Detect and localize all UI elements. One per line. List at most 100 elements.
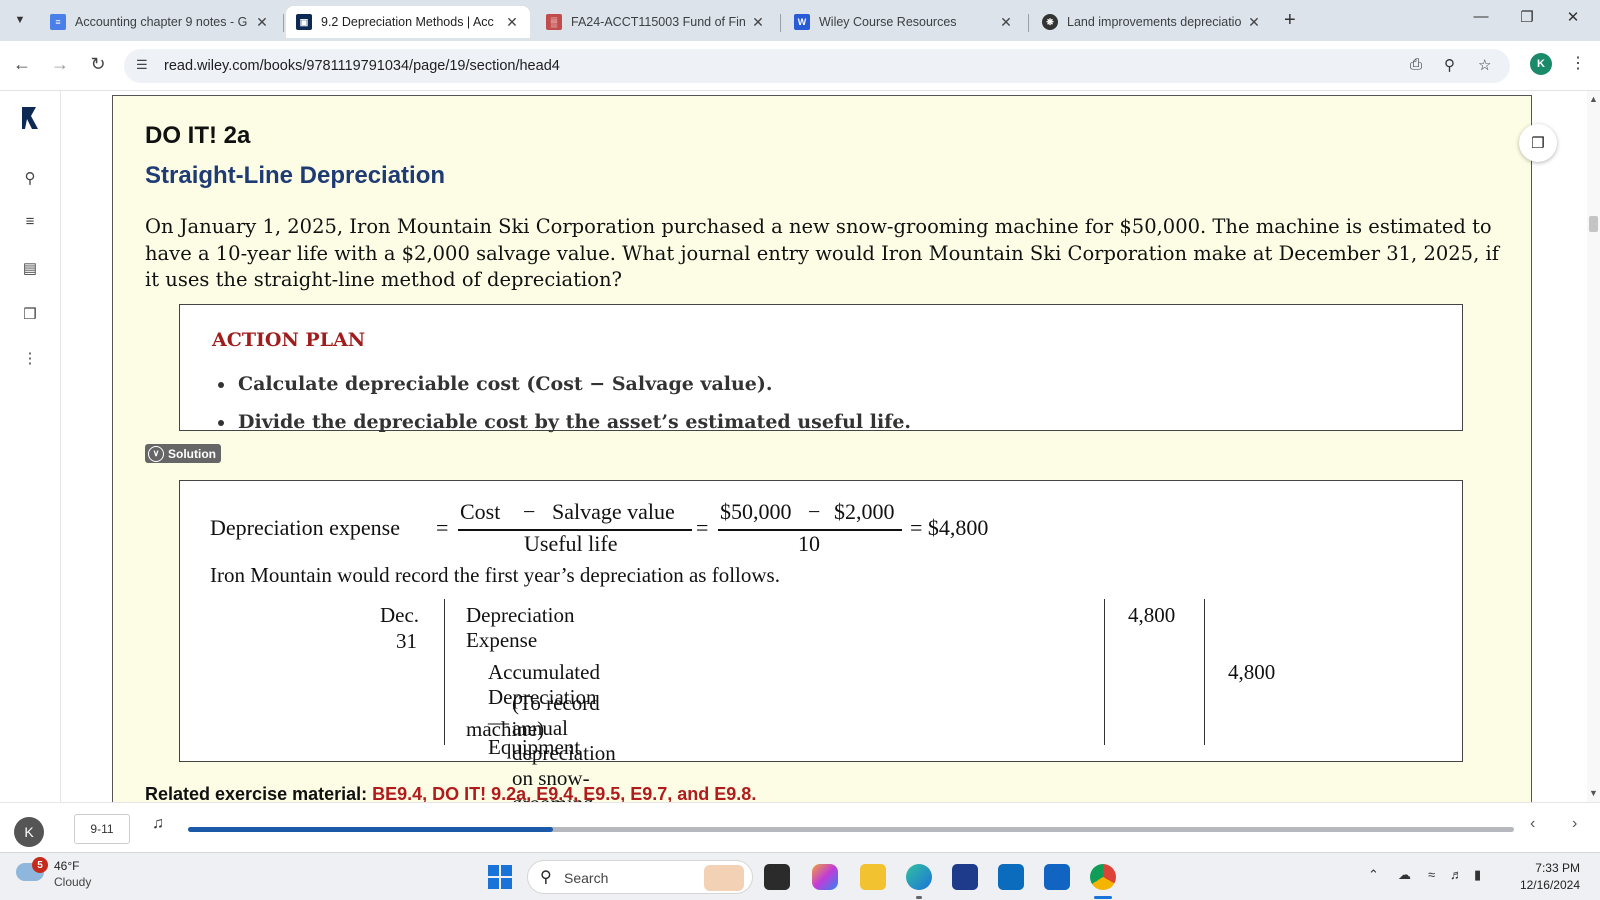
previous-page-icon[interactable]: ‹	[1530, 815, 1535, 833]
browser-tab[interactable]: W Wiley Course Resources ✕	[784, 6, 1024, 38]
profile-avatar[interactable]: K	[1530, 53, 1552, 75]
notes-icon[interactable]: ▤	[18, 259, 42, 277]
wiley-reader-icon: ▣	[296, 14, 312, 30]
formula-numerator-minus: −	[808, 499, 821, 524]
wifi-icon[interactable]: ≈	[1428, 867, 1435, 882]
windows-start-icon[interactable]	[488, 865, 512, 889]
zoom-icon[interactable]: ⚲	[1444, 56, 1455, 74]
dell-icon[interactable]	[998, 864, 1024, 890]
headphones-icon[interactable]: ♫	[152, 815, 164, 833]
address-bar[interactable]: ☰ read.wiley.com/books/9781119791034/pag…	[124, 49, 1510, 83]
more-options-icon[interactable]: ⋮	[18, 349, 42, 367]
formula-denominator-life: 10	[798, 531, 820, 556]
user-avatar[interactable]: K	[14, 817, 44, 847]
record-intro-text: Iron Mountain would record the first yea…	[210, 563, 780, 587]
search-highlight-icon	[704, 865, 744, 891]
install-app-icon[interactable]: ⎙	[1410, 56, 1422, 73]
browser-tab[interactable]: ❋ Land improvements depreciatio ✕	[1032, 6, 1272, 38]
tab-separator	[283, 14, 284, 32]
browser-menu-icon[interactable]: ⋮	[1570, 53, 1586, 73]
scrollbar-thumb[interactable]	[1589, 216, 1598, 232]
browser-toolbar: ← → ↻ ☰ read.wiley.com/books/97811197910…	[0, 41, 1600, 91]
close-tab-icon[interactable]: ✕	[750, 14, 766, 31]
browser-tab[interactable]: ≡ Accounting chapter 9 notes - G ✕	[40, 6, 280, 38]
action-plan-list: Calculate depreciable cost (Cost − Salva…	[236, 365, 911, 441]
close-tab-icon[interactable]: ✕	[998, 14, 1014, 31]
volume-icon[interactable]: ♬	[1450, 867, 1463, 882]
restore-icon[interactable]: ❐	[1512, 8, 1542, 26]
action-plan-item: Divide the depreciable cost by the asset…	[236, 403, 911, 441]
tab-separator	[780, 14, 781, 32]
new-tab-icon[interactable]: +	[1284, 9, 1296, 32]
chrome-icon[interactable]	[1090, 864, 1116, 890]
question-text: On January 1, 2025, Iron Mountain Ski Co…	[145, 215, 1499, 291]
taskbar-search-label: Search	[564, 870, 609, 886]
reader-content: DO IT! 2a Straight-Line Depreciation On …	[61, 91, 1587, 802]
clock-time[interactable]: 7:33 PM	[1500, 861, 1580, 875]
journal-date-month: Dec.	[380, 603, 420, 627]
related-exercise-links[interactable]: BE9.4, DO IT! 9.2a, E9.4, E9.5, E9.7, an…	[372, 784, 756, 802]
reading-progress-bar[interactable]	[188, 827, 1514, 832]
back-icon[interactable]: ←	[10, 54, 34, 75]
formula-lhs: Depreciation expense	[210, 515, 400, 540]
close-window-icon[interactable]: ✕	[1558, 8, 1588, 26]
solution-toggle-button[interactable]: ∨ Solution	[145, 444, 221, 463]
minimize-icon[interactable]: —	[1466, 8, 1496, 25]
wiley-logo-icon[interactable]	[20, 107, 40, 129]
microsoft-store-icon[interactable]	[952, 864, 978, 890]
scroll-up-icon[interactable]: ▲	[1589, 94, 1598, 104]
taskbar-search-box[interactable]: ⚲ Search	[527, 860, 753, 894]
url-text[interactable]: read.wiley.com/books/9781119791034/page/…	[164, 58, 560, 74]
journal-credit-amount: 4,800	[1228, 660, 1276, 684]
bookmarks-icon[interactable]: ❒	[18, 305, 42, 323]
bookmark-icon: ❒	[1531, 135, 1545, 152]
task-view-icon[interactable]	[764, 864, 790, 890]
weather-temperature: 46°F	[54, 859, 80, 873]
search-icon[interactable]: ⚲	[18, 169, 42, 187]
google-docs-icon: ≡	[50, 14, 66, 30]
scroll-down-icon[interactable]: ▼	[1589, 788, 1598, 798]
browser-tab-active[interactable]: ▣ 9.2 Depreciation Methods | Acc ✕	[286, 6, 530, 38]
search-icon: ⚲	[540, 869, 552, 886]
browser-tab[interactable]: ▒ FA24-ACCT115003 Fund of Fina ✕	[536, 6, 776, 38]
browser-tab-bar: ▼ ≡ Accounting chapter 9 notes - G ✕ ▣ 9…	[0, 0, 1600, 41]
active-app-indicator	[1094, 896, 1112, 899]
action-plan-title: ACTION PLAN	[212, 329, 366, 351]
site-settings-icon[interactable]: ☰	[136, 57, 148, 73]
show-hidden-icons-icon[interactable]: ⌃	[1368, 867, 1379, 883]
bookmark-page-button[interactable]: ❒	[1519, 124, 1557, 162]
scrollbar[interactable]	[1587, 91, 1600, 802]
course-site-icon: ▒	[546, 14, 562, 30]
reader-side-rail: ⚲ ≡ ▤ ❒ ⋮	[0, 91, 61, 802]
page-number-input[interactable]: 9-11	[74, 814, 130, 844]
table-of-contents-icon[interactable]: ≡	[18, 213, 42, 230]
file-explorer-icon[interactable]	[860, 864, 886, 890]
depreciation-formula: Depreciation expense = Cost − Salvage va…	[210, 499, 1110, 559]
forward-icon[interactable]: →	[48, 54, 72, 75]
bookmark-star-icon[interactable]: ☆	[1478, 56, 1491, 74]
windows-taskbar: 5 46°F Cloudy ⚲ Search ⌃ ☁ ≈ ♬ ▮ 7:33 PM…	[0, 852, 1600, 900]
edge-icon[interactable]	[906, 864, 932, 890]
copilot-icon[interactable]	[812, 864, 838, 890]
chevron-down-icon: ∨	[148, 445, 164, 462]
tab-search-chevron-icon[interactable]: ▼	[8, 8, 32, 32]
close-tab-icon[interactable]: ✕	[1246, 14, 1262, 31]
formula-equals: =	[436, 515, 449, 540]
do-it-box: DO IT! 2a Straight-Line Depreciation On …	[112, 95, 1532, 802]
clock-date[interactable]: 12/16/2024	[1500, 878, 1580, 892]
battery-icon[interactable]: ▮	[1474, 867, 1481, 883]
formula-denominator: Useful life	[524, 531, 618, 556]
next-page-icon[interactable]: ›	[1572, 815, 1577, 833]
openai-icon: ❋	[1042, 14, 1058, 30]
tab-separator	[1028, 14, 1029, 32]
onedrive-icon[interactable]: ☁	[1398, 867, 1411, 883]
outlook-icon[interactable]	[1044, 864, 1070, 890]
action-plan-item: Calculate depreciable cost (Cost − Salva…	[236, 365, 911, 403]
close-tab-icon[interactable]: ✕	[254, 14, 270, 31]
reload-icon[interactable]: ↻	[86, 54, 110, 75]
journal-date-day: 31	[396, 629, 417, 653]
do-it-title: DO IT! 2a	[145, 122, 251, 149]
journal-column-rule	[1104, 599, 1105, 745]
formula-numerator-minus: −	[523, 499, 536, 524]
close-tab-icon[interactable]: ✕	[504, 14, 520, 31]
